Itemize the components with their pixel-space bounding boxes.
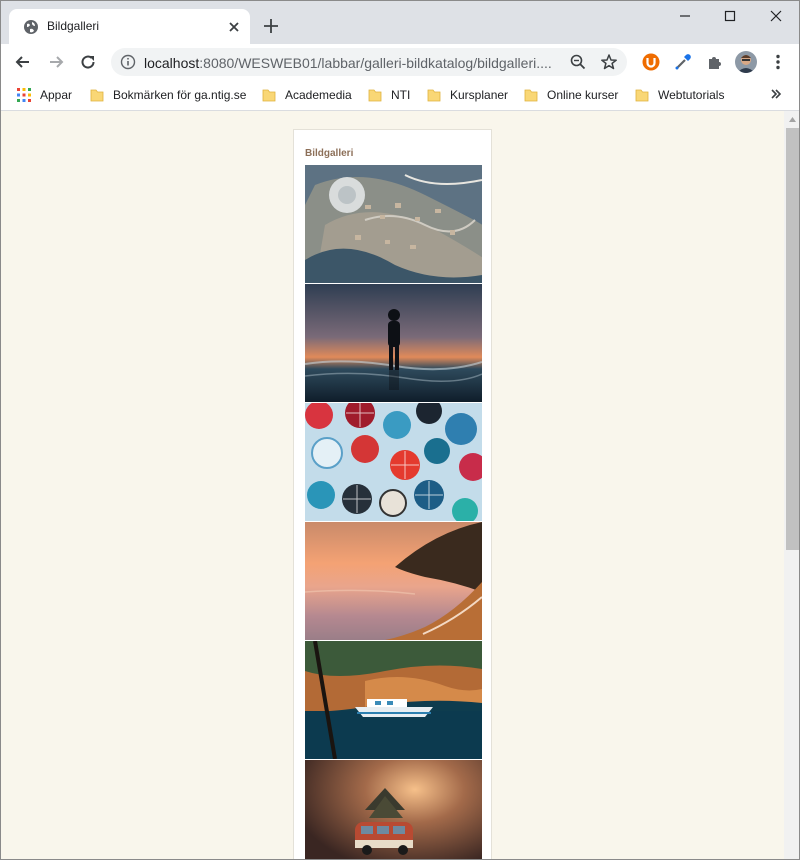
- gallery-image-boat-cliff[interactable]: [305, 641, 482, 759]
- sunset-beach-silhouette-photo: [305, 284, 482, 402]
- chevron-double-right-icon[interactable]: [769, 87, 783, 101]
- aerial-town-photo: [305, 165, 482, 283]
- bookmark-label: Bokmärken för ga.ntig.se: [113, 88, 247, 102]
- zoom-icon[interactable]: [569, 53, 587, 71]
- apps-grid-icon: [17, 88, 31, 102]
- bookmark-label: Online kurser: [547, 88, 619, 102]
- folder-icon: [427, 89, 441, 102]
- minimize-icon[interactable]: [677, 8, 693, 24]
- gallery-image-sunset-silhouette[interactable]: [305, 284, 482, 402]
- url-text[interactable]: localhost:8080/WESWEB01/labbar/galleri-b…: [144, 55, 554, 71]
- bookmark-label: Webtutorials: [658, 88, 725, 102]
- page-viewport: Bildgalleri: [1, 111, 784, 859]
- sunset-bay-photo: [305, 522, 482, 640]
- browser-toolbar: localhost:8080/WESWEB01/labbar/galleri-b…: [1, 44, 799, 80]
- url-host: localhost: [144, 55, 200, 71]
- gallery-image-aerial-town[interactable]: [305, 165, 482, 283]
- forward-arrow-icon[interactable]: [46, 52, 66, 72]
- globe-icon: [24, 20, 38, 34]
- star-icon[interactable]: [600, 53, 618, 71]
- tab-strip: Bildgalleri: [1, 1, 799, 44]
- back-arrow-icon[interactable]: [13, 52, 33, 72]
- gallery-image-sunset-bay[interactable]: [305, 522, 482, 640]
- bookmark-label: Academedia: [285, 88, 352, 102]
- extensions-puzzle-icon[interactable]: [705, 52, 725, 72]
- folder-icon: [524, 89, 538, 102]
- more-menu-icon[interactable]: [768, 52, 788, 72]
- reload-icon[interactable]: [78, 52, 98, 72]
- folder-icon: [90, 89, 104, 102]
- tab-bildgalleri[interactable]: Bildgalleri: [9, 9, 250, 44]
- page-scrollbar[interactable]: [784, 111, 799, 859]
- browser-window: Bildgalleri localhost:8080/WESWEB01/labb…: [0, 0, 800, 860]
- info-icon[interactable]: [120, 54, 136, 70]
- gallery-card: Bildgalleri: [293, 129, 492, 859]
- new-tab-plus-icon[interactable]: [262, 17, 280, 35]
- umbrellas-pattern-photo: [305, 403, 482, 521]
- eyedropper-extension-icon[interactable]: [673, 52, 693, 72]
- tab-title: Bildgalleri: [47, 19, 100, 33]
- scrollbar-thumb[interactable]: [786, 128, 799, 550]
- bookmark-label: NTI: [391, 88, 411, 102]
- maximize-icon[interactable]: [722, 8, 738, 24]
- ublock-extension-icon[interactable]: [641, 52, 661, 72]
- bookmark-label: Appar: [40, 88, 73, 102]
- window-close-icon[interactable]: [768, 8, 784, 24]
- folder-icon: [262, 89, 276, 102]
- bookmarks-bar: Appar Bokmärken för ga.ntig.se Academedi…: [1, 80, 799, 111]
- profile-avatar[interactable]: [735, 51, 757, 73]
- avatar-photo: [735, 51, 757, 73]
- page-title: Bildgalleri: [305, 148, 354, 159]
- url-path: :8080/WESWEB01/labbar/galleri-bildkatalo…: [199, 55, 552, 71]
- bookmark-label: Kursplaner: [450, 88, 509, 102]
- boat-cliff-photo: [305, 641, 482, 759]
- gallery-image-toy-van[interactable]: [305, 760, 482, 859]
- close-icon[interactable]: [226, 19, 242, 35]
- toy-van-christmas-photo: [305, 760, 482, 859]
- address-bar[interactable]: localhost:8080/WESWEB01/labbar/galleri-b…: [111, 48, 627, 76]
- folder-icon: [635, 89, 649, 102]
- folder-icon: [368, 89, 382, 102]
- scroll-up-arrow-icon[interactable]: [788, 115, 797, 124]
- gallery-image-umbrellas[interactable]: [305, 403, 482, 521]
